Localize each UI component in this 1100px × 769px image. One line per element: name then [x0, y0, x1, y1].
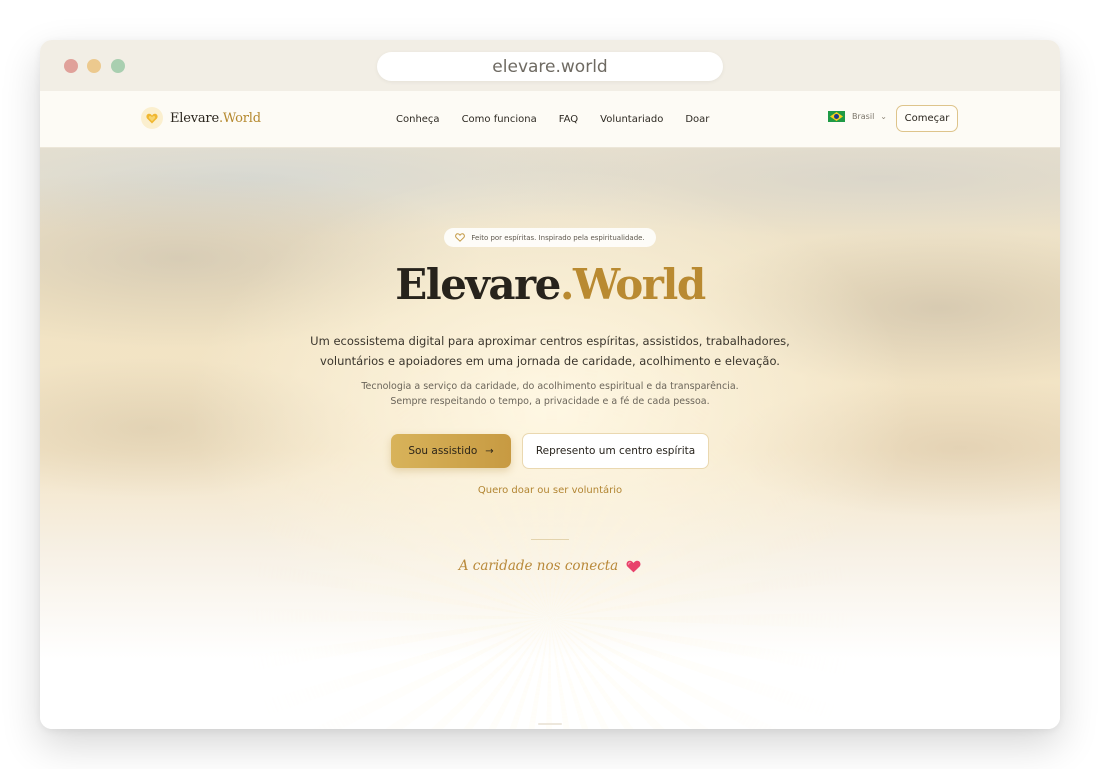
language-label: Brasil [852, 112, 875, 121]
hero-tagline: Tecnologia a serviço da caridade, do aco… [330, 380, 770, 409]
menu-item-como-funciona[interactable]: Como funciona [462, 114, 537, 125]
menu-item-conheca[interactable]: Conheça [396, 114, 440, 125]
heart-logo-icon [141, 107, 163, 129]
logo-text: Elevare.World [170, 111, 261, 126]
chevron-down-icon: ⌄ [880, 112, 887, 121]
browser-window: elevare.world Elevare.World Conheça Como… [40, 40, 1060, 729]
menu-item-voluntariado[interactable]: Voluntariado [600, 114, 663, 125]
hero-tagline-line2: Sempre respeitando o tempo, a privacidad… [390, 395, 710, 407]
menu-item-doar[interactable]: Doar [685, 114, 709, 125]
heart-outline-icon [455, 233, 466, 242]
motto: A caridade nos conecta [40, 558, 1060, 574]
hero-section: Feito por espíritas. Inspirado pela espi… [40, 148, 1060, 729]
scroll-indicator [538, 723, 562, 725]
site-logo[interactable]: Elevare.World [141, 107, 261, 129]
hero-title-main: Elevare [395, 260, 561, 309]
url-text: elevare.world [492, 56, 608, 77]
hero-tagline-line1: Tecnologia a serviço da caridade, do aco… [361, 381, 739, 392]
maximize-window-button[interactable] [111, 59, 125, 73]
logo-name: Elevare [170, 110, 219, 126]
brazil-flag-icon [828, 111, 845, 122]
badge-text: Feito por espíritas. Inspirado pela espi… [471, 233, 645, 242]
language-selector[interactable]: Brasil ⌄ [828, 111, 887, 122]
sou-assistido-label: Sou assistido [408, 445, 478, 457]
arrow-right-icon: → [485, 445, 494, 457]
hero-title: Elevare.World [40, 260, 1060, 309]
browser-chrome: elevare.world [40, 40, 1060, 91]
represento-centro-label: Represento um centro espírita [535, 445, 696, 457]
minimize-window-button[interactable] [87, 59, 101, 73]
start-button[interactable]: Começar [896, 105, 958, 132]
main-menu: Conheça Como funciona FAQ Voluntariado D… [396, 91, 731, 147]
site-header: Elevare.World Conheça Como funciona FAQ … [40, 91, 1060, 148]
donate-volunteer-link[interactable]: Quero doar ou ser voluntário [40, 485, 1060, 496]
logo-accent: .World [218, 110, 261, 126]
hero-subtitle-line2: voluntários e apoiadores em uma jornada … [320, 354, 780, 368]
close-window-button[interactable] [64, 59, 78, 73]
tagline-badge: Feito por espíritas. Inspirado pela espi… [444, 228, 656, 247]
section-divider [531, 539, 569, 540]
hero-subtitle-line1: Um ecossistema digital para aproximar ce… [310, 334, 790, 348]
represento-centro-button[interactable]: Represento um centro espírita [522, 433, 709, 469]
hero-subtitle: Um ecossistema digital para aproximar ce… [310, 331, 790, 371]
menu-item-faq[interactable]: FAQ [559, 114, 578, 125]
motto-text: A caridade nos conecta [458, 558, 619, 574]
address-bar[interactable]: elevare.world [377, 52, 723, 81]
hero-title-accent: .World [559, 260, 706, 309]
sou-assistido-button[interactable]: Sou assistido → [391, 434, 511, 468]
heart-icon [626, 560, 641, 572]
